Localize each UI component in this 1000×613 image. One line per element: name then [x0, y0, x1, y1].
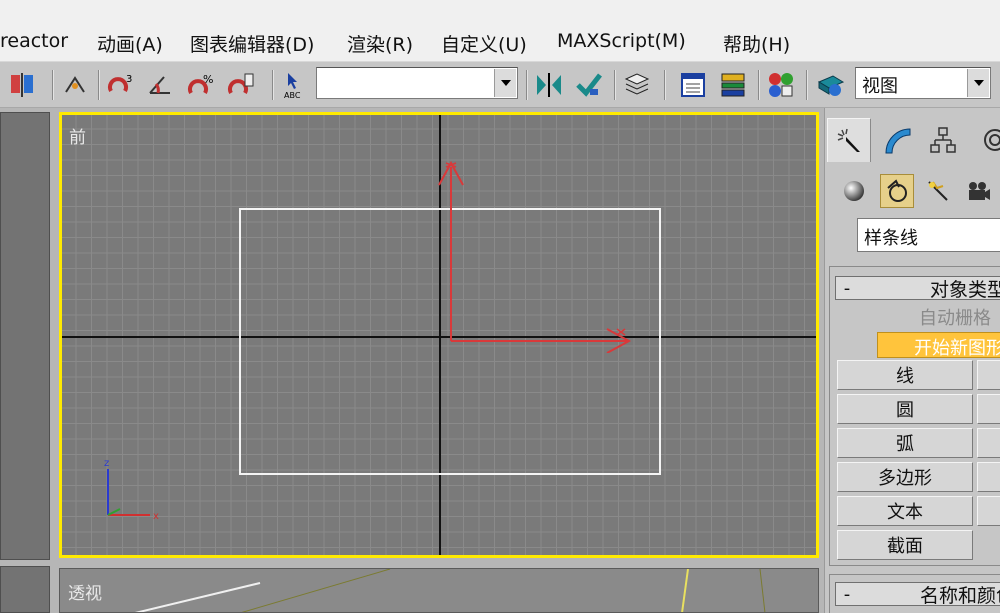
- reference-coord-system-value: 视图: [862, 76, 898, 97]
- modify-tab[interactable]: [875, 118, 919, 162]
- hierarchy-tab[interactable]: [921, 118, 965, 162]
- mirror-tool-icon[interactable]: [532, 69, 566, 101]
- snap-3d-icon[interactable]: 3: [104, 69, 138, 101]
- donut-button[interactable]: [977, 428, 1000, 458]
- command-panel: 样条线 - 对象类型 自动栅格 开始新图形 线 圆 弧 多边形 文本 截面 - …: [824, 108, 1000, 613]
- start-new-shape-label: 开始新图形: [914, 338, 1000, 359]
- perspective-grid-lines: [134, 569, 766, 612]
- bottom-left-viewport-edge[interactable]: [0, 566, 50, 613]
- render-scene-icon[interactable]: [814, 69, 848, 101]
- motion-icon: [984, 129, 1000, 151]
- schematic-view-icon[interactable]: [716, 69, 750, 101]
- menu-rendering[interactable]: 渲染(R): [347, 30, 413, 57]
- align-icon[interactable]: [572, 69, 606, 101]
- snap-toggle-icon[interactable]: [58, 69, 92, 101]
- start-new-shape-checkbox[interactable]: 开始新图形: [877, 332, 1000, 359]
- star-button[interactable]: [977, 462, 1000, 492]
- cameras-icon[interactable]: [961, 174, 995, 208]
- spinner-snap-icon[interactable]: [224, 69, 258, 101]
- helix-button[interactable]: [977, 496, 1000, 526]
- autogrid-checkbox-label[interactable]: 自动栅格: [919, 304, 991, 330]
- material-editor-icon[interactable]: [764, 69, 798, 101]
- collapse-icon[interactable]: -: [836, 584, 858, 605]
- layer-manager-icon[interactable]: [620, 69, 654, 101]
- rectangle-button[interactable]: [977, 360, 1000, 390]
- modify-icon: [885, 128, 911, 154]
- edit-named-selection-icon[interactable]: ABC: [278, 69, 312, 101]
- name-color-rollout-header[interactable]: - 名称和颜色: [835, 582, 1000, 607]
- chevron-down-icon[interactable]: [494, 69, 516, 97]
- named-selection-set-combo[interactable]: [316, 67, 518, 99]
- menu-maxscript[interactable]: MAXScript(M): [557, 30, 686, 52]
- shapes-icon[interactable]: [880, 174, 914, 208]
- circle-button[interactable]: 圆: [837, 394, 973, 424]
- lights-icon[interactable]: [921, 174, 955, 208]
- axis-tripod-icon: z x: [104, 458, 159, 522]
- main-toolbar: 3 % ABC 视图: [0, 62, 1000, 108]
- svg-text:%: %: [203, 73, 213, 86]
- svg-text:x: x: [153, 511, 159, 522]
- line-button[interactable]: 线: [837, 360, 973, 390]
- create-tab[interactable]: [827, 118, 871, 162]
- section-button[interactable]: 截面: [837, 530, 973, 560]
- ellipse-button[interactable]: [977, 394, 1000, 424]
- mirror-icon[interactable]: [6, 69, 40, 101]
- text-button[interactable]: 文本: [837, 496, 973, 526]
- hierarchy-icon: [930, 127, 956, 153]
- menu-reactor[interactable]: reactor: [0, 30, 68, 52]
- subcategory-dropdown[interactable]: 样条线: [857, 218, 1000, 252]
- object-type-rollout-header[interactable]: - 对象类型: [835, 276, 1000, 301]
- snap-percent-icon[interactable]: %: [184, 69, 218, 101]
- svg-text:z: z: [104, 458, 109, 469]
- curve-editor-icon[interactable]: [676, 69, 710, 101]
- name-color-rollout-title: 名称和颜色: [920, 584, 1000, 607]
- create-icon: [837, 128, 860, 152]
- menu-help[interactable]: 帮助(H): [723, 30, 790, 57]
- menu-animation[interactable]: 动画(A): [97, 30, 163, 57]
- perspective-viewport[interactable]: 透视: [59, 568, 819, 613]
- ngon-button[interactable]: 多边形: [837, 462, 973, 492]
- menu-customize[interactable]: 自定义(U): [441, 30, 527, 57]
- geometry-icon[interactable]: [837, 174, 871, 208]
- transform-gizmo[interactable]: [427, 153, 637, 353]
- front-viewport-label[interactable]: 前: [69, 123, 86, 148]
- reference-coord-system-combo[interactable]: 视图: [855, 67, 991, 99]
- svg-text:3: 3: [126, 74, 132, 85]
- object-type-rollout-title: 对象类型: [930, 278, 1000, 301]
- front-viewport[interactable]: 前 z x: [59, 112, 819, 558]
- chevron-down-icon[interactable]: [967, 69, 989, 97]
- collapse-icon[interactable]: -: [836, 278, 858, 299]
- menu-graph-editors[interactable]: 图表编辑器(D): [190, 30, 314, 57]
- subcategory-value: 样条线: [864, 228, 918, 249]
- motion-tab[interactable]: [971, 118, 1000, 162]
- snap-angle-icon[interactable]: [144, 69, 178, 101]
- menu-bar: reactor 动画(A) 图表编辑器(D) 渲染(R) 自定义(U) MAXS…: [0, 0, 1000, 62]
- arc-button[interactable]: 弧: [837, 428, 973, 458]
- left-viewport-edge[interactable]: [0, 112, 50, 560]
- svg-text:ABC: ABC: [284, 91, 301, 100]
